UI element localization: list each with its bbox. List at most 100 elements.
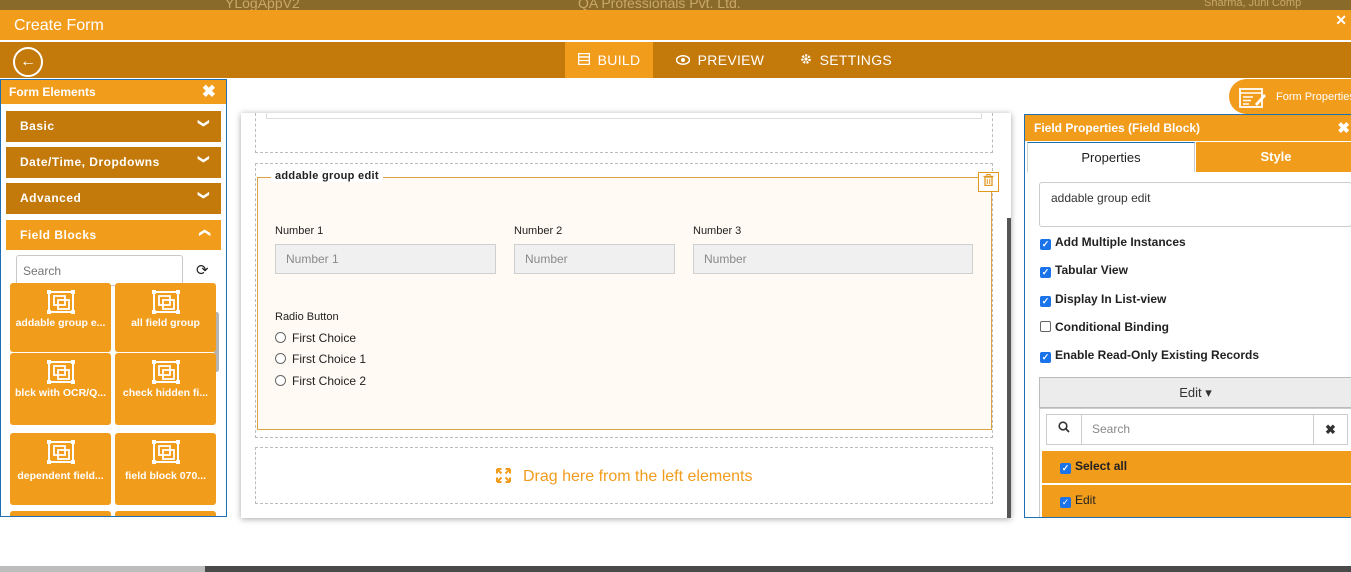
field-block-check-hidden[interactable]: check hidden fi... [115,353,216,425]
radio-option[interactable]: First Choice 2 [275,374,366,388]
form-properties-tab[interactable]: Form Properties [1229,79,1351,114]
number2-label: Number 2 [514,225,563,237]
radio-option[interactable]: First Choice 1 [275,352,366,366]
field-block-name-input[interactable]: addable group edit [1039,182,1351,227]
radio-option[interactable]: First Choice [275,331,356,345]
checkbox-label: Display In List-view [1055,292,1167,306]
tab-build-label: BUILD [597,52,641,68]
option-edit[interactable]: ✓ Edit [1042,485,1351,517]
number3-label: Number 3 [693,225,742,237]
search-icon [1047,415,1082,444]
chevron-down-icon: ❯ [197,118,210,129]
checkbox-checked: ✓ [1060,497,1071,508]
close-panel-icon[interactable]: ✖ [202,82,216,102]
section-datetime-dropdowns[interactable]: Date/Time, Dropdowns ❯ [6,147,221,178]
checkbox-label: Conditional Binding [1055,320,1169,334]
field-block-addable-group[interactable]: addable group e... [10,283,111,352]
chevron-down-icon: ❯ [197,154,210,165]
gear-icon [800,54,816,68]
clear-search-icon[interactable]: ✖ [1313,415,1347,444]
radio-option-label: First Choice 1 [292,352,367,366]
radio-circle [275,375,286,386]
field-block-label: addable group e... [15,317,106,329]
trash-icon[interactable] [978,172,999,192]
field-block-label: field block 070... [124,470,207,482]
checkbox-conditional-binding[interactable]: Conditional Binding [1040,320,1169,334]
permissions-dropdown-menu: Search ✖ ✓ Select all ✓ Edit [1039,408,1351,517]
checkbox-label: Add Multiple Instances [1055,235,1186,249]
bottom-scroll-thumb[interactable] [0,566,205,572]
form-properties-label: Form Properties [1276,91,1351,103]
form-elements-header: Form Elements ✖ [1,80,226,104]
builder-toolbar: ← BUILD PREVIEW SETTINGS [0,42,1351,78]
field-block-partial[interactable] [115,511,216,516]
checkbox-display-in-list-view[interactable]: ✓ Display In List-view [1040,292,1166,307]
section-basic-label: Basic [20,119,55,133]
field-block-dependent-field[interactable]: dependent field... [10,433,111,505]
close-panel-icon[interactable]: ✖ [1337,119,1350,137]
form-elements-panel: Form Elements ✖ Basic ❯ Date/Time, Dropd… [0,79,227,517]
bottom-scrollbar[interactable] [0,566,1351,572]
tab-build[interactable]: BUILD [565,42,654,78]
field-block-icon [46,360,75,384]
checkbox-enable-read-only[interactable]: ✓ Enable Read-Only Existing Records [1040,348,1259,363]
checkbox-unchecked [1040,321,1051,332]
chevron-down-icon: ❯ [197,190,210,201]
canvas-scrollbar[interactable] [1007,218,1011,518]
field-block-icon [46,440,75,464]
background-user: Sharma, Juhi Comp [1204,0,1302,9]
checkbox-checked: ✓ [1040,267,1051,278]
checkbox-checked: ✓ [1060,463,1071,474]
tab-settings-label: SETTINGS [819,52,893,68]
radio-button-label: Radio Button [275,311,339,323]
field-block-partial[interactable] [10,511,111,516]
dropdown-search-input[interactable]: Search [1082,415,1314,444]
window-title: Create Form [14,17,104,34]
refresh-icon[interactable]: ⟳ [196,261,209,279]
field-properties-header: Field Properties (Field Block) ✖ [1025,115,1351,141]
section-datetime-label: Date/Time, Dropdowns [20,155,160,169]
number1-input[interactable]: Number 1 [275,244,496,274]
background-app-header: YLogAppV2 QA Professionals Pvt. Ltd. Sha… [0,0,1351,10]
number3-input[interactable]: Number [693,244,973,274]
drop-zone-empty[interactable]: Drag here from the left elements [255,447,993,504]
number2-input[interactable]: Number [514,244,675,274]
close-window-icon[interactable]: ✕ [1335,12,1347,29]
tab-settings[interactable]: SETTINGS [800,42,892,78]
field-block-label: dependent field... [17,470,104,482]
field-block-icon [151,360,180,384]
checkbox-label: Tabular View [1055,263,1128,277]
radio-option-label: First Choice [292,331,357,345]
radio-circle [275,353,286,364]
permissions-dropdown[interactable]: Edit ▾ [1039,377,1351,408]
tab-preview[interactable]: PREVIEW [675,42,764,78]
field-block-blck-with-ocr[interactable]: blck with OCR/Q... [10,353,111,425]
section-advanced-label: Advanced [20,191,82,205]
field-block-all-field-group[interactable]: all field group [115,283,216,352]
tab-properties[interactable]: Properties [1027,142,1195,172]
checkbox-add-multiple-instances[interactable]: ✓ Add Multiple Instances [1040,235,1186,250]
field-block-0707[interactable]: field block 070... [115,433,216,505]
section-field-blocks-label: Field Blocks [20,228,97,242]
radio-option-label: First Choice 2 [292,374,367,388]
previous-field-edge [266,113,982,119]
field-group-box[interactable] [257,177,992,430]
back-button[interactable]: ← [13,47,43,77]
field-block-icon [151,290,180,314]
section-basic[interactable]: Basic ❯ [6,111,221,142]
field-properties-panel: Field Properties (Field Block) ✖ Propert… [1024,114,1351,518]
checkbox-checked: ✓ [1040,239,1051,250]
checkbox-checked: ✓ [1040,352,1051,363]
tab-style[interactable]: Style [1196,142,1351,172]
field-block-search-input[interactable] [16,255,183,286]
create-form-window: YLogAppV2 QA Professionals Pvt. Ltd. Sha… [0,0,1351,572]
option-select-all[interactable]: ✓ Select all [1042,451,1351,483]
section-advanced[interactable]: Advanced ❯ [6,183,221,214]
section-field-blocks[interactable]: Field Blocks ❯ [6,220,221,250]
eye-icon [675,54,694,68]
checkbox-label: Enable Read-Only Existing Records [1055,348,1260,362]
build-icon [577,52,594,68]
checkbox-tabular-view[interactable]: ✓ Tabular View [1040,263,1128,278]
field-block-label: blck with OCR/Q... [14,387,106,399]
field-block-label: all field group [131,317,200,329]
